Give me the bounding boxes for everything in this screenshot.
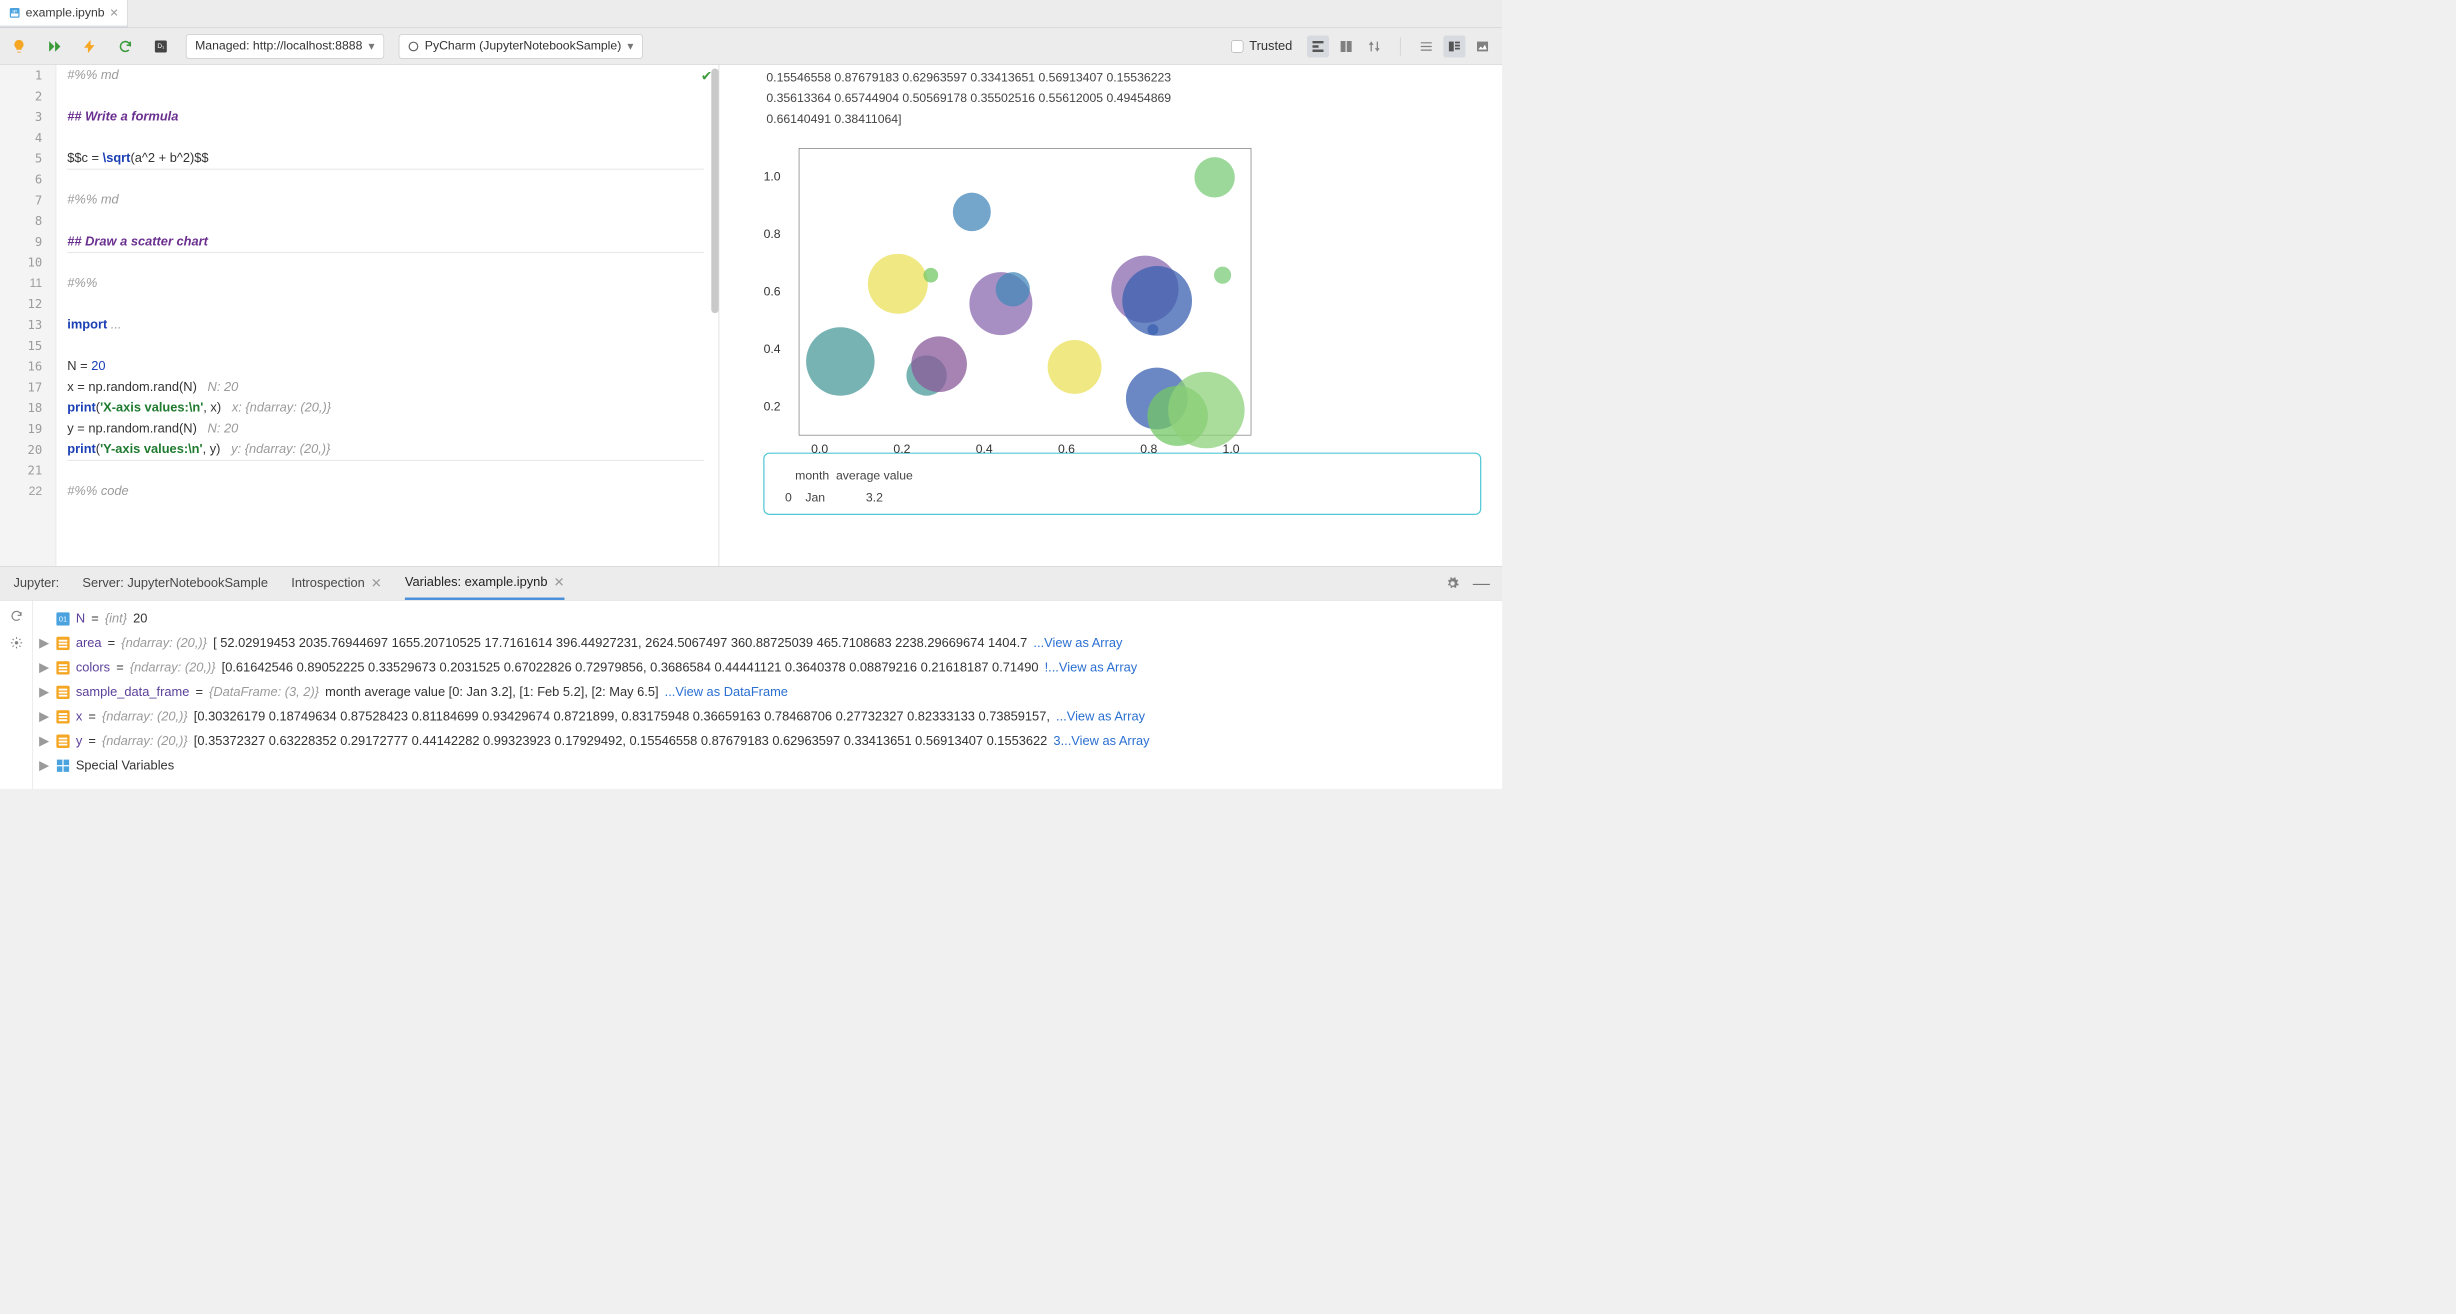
- view-mode-group: [1307, 35, 1385, 57]
- variables-side-toolbar: [0, 601, 33, 789]
- y-tick: 0.4: [764, 343, 781, 357]
- editor-gutter: 1 2 3 4 5 6 7 8 9 10 ▶11 12 13 15 16 17 …: [0, 65, 56, 567]
- variable-row[interactable]: ▶ colors = {ndarray: (20,)} [0.61642546 …: [38, 656, 1494, 680]
- bottom-tabbar: Jupyter: Server: JupyterNotebookSample I…: [0, 567, 1502, 600]
- tab-server[interactable]: Server: JupyterNotebookSample: [82, 567, 268, 600]
- data-icon[interactable]: D₁: [150, 36, 171, 57]
- bottom-panel: Jupyter: Server: JupyterNotebookSample I…: [0, 566, 1502, 789]
- svg-text:D₁: D₁: [157, 43, 165, 50]
- special-vars-icon: [56, 759, 69, 772]
- close-icon[interactable]: ✕: [109, 6, 118, 19]
- kernel-dropdown-label: PyCharm (JupyterNotebookSample): [425, 39, 621, 53]
- run-cell-icon[interactable]: [80, 36, 101, 57]
- bubble: [1048, 340, 1102, 394]
- output-panel: 0.15546558 0.87679183 0.62963597 0.33413…: [719, 65, 1502, 567]
- settings-icon[interactable]: [9, 636, 22, 649]
- x-tick: 0.0: [811, 443, 828, 457]
- bubble: [868, 254, 928, 314]
- expand-icon[interactable]: ▶: [38, 680, 50, 704]
- bubble: [953, 193, 991, 231]
- y-tick: 1.0: [764, 170, 781, 184]
- svg-text:IP: IP: [12, 9, 17, 15]
- ndarray-icon: [56, 710, 69, 723]
- server-dropdown[interactable]: Managed: http://localhost:8888 ▾: [186, 34, 384, 58]
- expand-icon[interactable]: ▶: [38, 705, 50, 729]
- variable-row[interactable]: ▶ Special Variables: [38, 753, 1494, 777]
- expand-icon[interactable]: ▶: [38, 656, 50, 680]
- bottom-title: Jupyter:: [13, 576, 59, 591]
- code-editor[interactable]: 1 2 3 4 5 6 7 8 9 10 ▶11 12 13 15 16 17 …: [0, 65, 719, 567]
- variable-row[interactable]: ▶ sample_data_frame = {DataFrame: (3, 2)…: [38, 680, 1494, 704]
- variable-row[interactable]: 01 N = {int} 20: [38, 607, 1494, 631]
- bubble: [1214, 267, 1231, 284]
- code-body[interactable]: ✔ #%% md ## Write a formula $$c = \sqrt(…: [56, 65, 718, 567]
- sync-scroll-icon[interactable]: [1363, 35, 1385, 57]
- variables-list: 01 N = {int} 20 ▶ area = {ndarray: (20,)…: [33, 601, 1502, 789]
- close-icon[interactable]: ✕: [371, 576, 382, 591]
- layout-split-icon[interactable]: [1443, 35, 1465, 57]
- int-icon: 01: [56, 612, 69, 625]
- view-as-array-link[interactable]: 3...View as Array: [1053, 729, 1149, 753]
- ndarray-icon: [56, 735, 69, 748]
- variable-row[interactable]: ▶ x = {ndarray: (20,)} [0.30326179 0.187…: [38, 705, 1494, 729]
- expand-icon[interactable]: ▶: [38, 729, 50, 753]
- x-tick: 0.2: [893, 443, 910, 457]
- expand-icon[interactable]: ▶: [38, 631, 50, 655]
- edit-mode-icon[interactable]: [1307, 35, 1329, 57]
- scatter-chart: 0.20.40.60.81.00.00.20.40.60.81.0: [798, 148, 1251, 435]
- preview-mode-icon[interactable]: [1335, 35, 1357, 57]
- file-tabstrip: IP example.ipynb ✕: [0, 0, 1502, 28]
- stdout-text: 0.15546558 0.87679183 0.62963597 0.33413…: [763, 67, 1481, 129]
- y-tick: 0.8: [764, 228, 781, 242]
- variable-row[interactable]: ▶ area = {ndarray: (20,)} [ 52.02919453 …: [38, 631, 1494, 655]
- ndarray-icon: [56, 661, 69, 674]
- trusted-toggle[interactable]: Trusted: [1231, 39, 1292, 54]
- y-tick: 0.2: [764, 400, 781, 414]
- minimize-icon[interactable]: —: [1473, 574, 1490, 594]
- lightbulb-icon[interactable]: [9, 36, 30, 57]
- view-as-array-link[interactable]: ...View as Array: [1033, 631, 1122, 655]
- tab-introspection[interactable]: Introspection✕: [291, 567, 381, 600]
- restart-kernel-icon[interactable]: [115, 36, 136, 57]
- chevron-down-icon: ▾: [369, 39, 375, 54]
- view-as-array-link[interactable]: ...View as Array: [1056, 705, 1145, 729]
- refresh-icon[interactable]: [9, 609, 22, 622]
- dataframe-icon: [56, 686, 69, 699]
- layout-list-icon[interactable]: [1415, 35, 1437, 57]
- x-tick: 0.4: [976, 443, 993, 457]
- variable-row[interactable]: ▶ y = {ndarray: (20,)} [0.35372327 0.632…: [38, 729, 1494, 753]
- bubble: [1194, 157, 1234, 197]
- bubble: [911, 336, 966, 391]
- file-tab-label: example.ipynb: [26, 6, 105, 20]
- svg-text:01: 01: [59, 614, 67, 623]
- notebook-toolbar: D₁ Managed: http://localhost:8888 ▾ PyCh…: [0, 28, 1502, 65]
- dataframe-output: month average value 0 Jan 3.2: [763, 453, 1481, 515]
- file-tab-example[interactable]: IP example.ipynb ✕: [0, 0, 128, 28]
- layout-group: [1415, 35, 1493, 57]
- bubble: [923, 268, 938, 283]
- x-tick: 0.8: [1140, 443, 1157, 457]
- layout-image-icon[interactable]: [1472, 35, 1494, 57]
- run-all-icon[interactable]: [44, 36, 65, 57]
- expand-icon[interactable]: ▶: [38, 753, 50, 777]
- close-icon[interactable]: ✕: [554, 575, 565, 590]
- kernel-busy-icon: [408, 41, 419, 52]
- y-tick: 0.6: [764, 285, 781, 299]
- scrollbar[interactable]: [711, 68, 718, 313]
- bubble: [806, 327, 875, 396]
- ndarray-icon: [56, 637, 69, 650]
- gear-icon[interactable]: [1446, 577, 1459, 590]
- jupyter-file-icon: IP: [9, 7, 21, 19]
- trusted-checkbox[interactable]: [1231, 40, 1243, 52]
- chevron-down-icon: ▾: [627, 39, 633, 54]
- kernel-dropdown[interactable]: PyCharm (JupyterNotebookSample) ▾: [399, 34, 643, 58]
- x-tick: 1.0: [1223, 443, 1240, 457]
- server-dropdown-label: Managed: http://localhost:8888: [195, 39, 362, 53]
- view-as-dataframe-link[interactable]: ...View as DataFrame: [665, 680, 788, 704]
- tab-variables[interactable]: Variables: example.ipynb✕: [405, 567, 564, 600]
- trusted-label: Trusted: [1249, 39, 1292, 54]
- view-as-array-link[interactable]: !...View as Array: [1045, 656, 1138, 680]
- x-tick: 0.6: [1058, 443, 1075, 457]
- bubble: [1168, 372, 1244, 448]
